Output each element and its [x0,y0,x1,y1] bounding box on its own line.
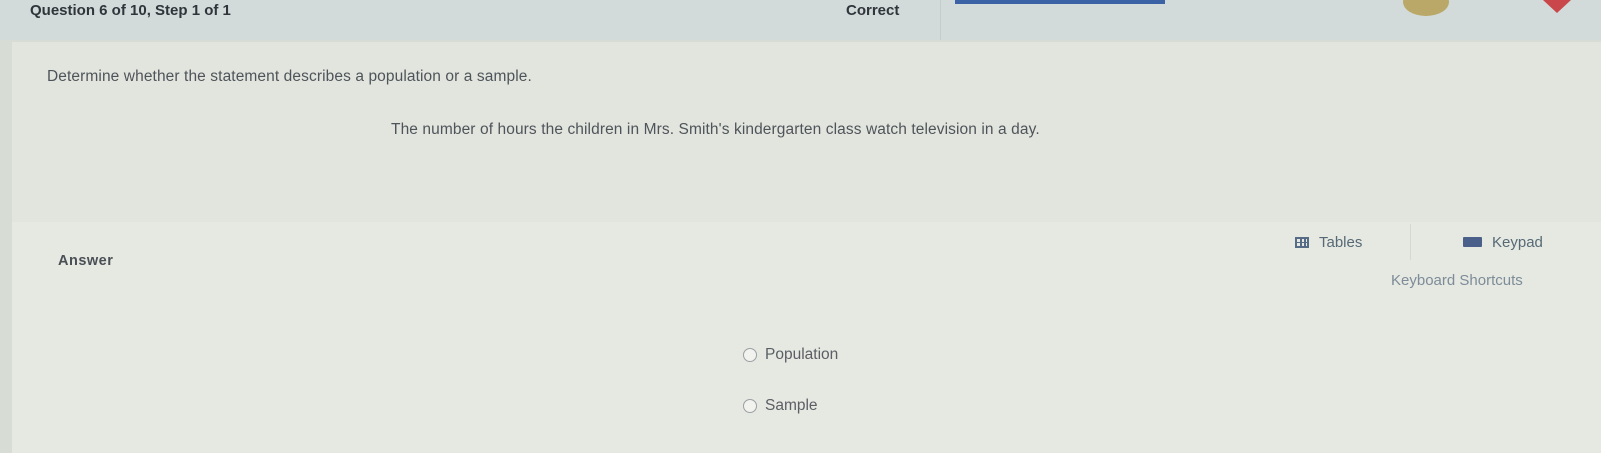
progress-bar [955,0,1165,4]
keypad-button[interactable]: Keypad [1463,224,1543,260]
question-counter: Question 6 of 10, Step 1 of 1 [30,2,231,19]
table-icon [1295,236,1309,248]
header-divider [940,0,941,40]
answer-label: Answer [58,253,114,269]
status-label: Correct [846,2,900,19]
option-population[interactable]: Population [743,346,838,364]
keypad-icon [1463,237,1482,247]
radio-button-population[interactable] [743,348,757,362]
keyboard-shortcuts-link[interactable]: Keyboard Shortcuts [1391,272,1523,289]
top-bar [0,0,1601,40]
question-instruction: Determine whether the statement describe… [47,68,532,85]
radio-button-sample[interactable] [743,399,757,413]
question-statement: The number of hours the children in Mrs.… [391,121,1040,138]
tables-button[interactable]: Tables [1283,224,1411,260]
keypad-label: Keypad [1492,233,1543,251]
option-population-label: Population [765,346,839,363]
option-sample[interactable]: Sample [743,397,818,415]
tables-label: Tables [1319,233,1363,251]
flag-icon[interactable] [1543,0,1571,13]
option-sample-label: Sample [765,397,818,414]
